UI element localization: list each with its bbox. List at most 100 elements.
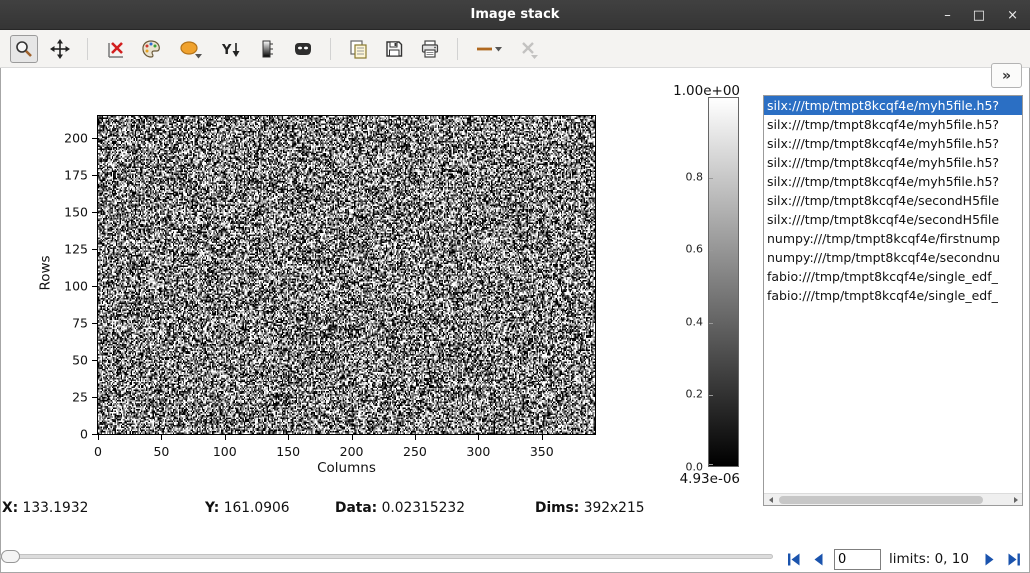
scrollbar-thumb[interactable] bbox=[779, 496, 983, 504]
y-tick-label: 150 bbox=[48, 205, 88, 220]
scrollbar-track[interactable] bbox=[777, 494, 1009, 506]
url-list-item[interactable]: silx:///tmp/tmpt8kcqf4e/secondH5file bbox=[764, 191, 1022, 210]
colorbar-tick-mark bbox=[709, 178, 713, 179]
y-tick-label: 75 bbox=[48, 316, 88, 331]
y-tick-mark bbox=[92, 138, 97, 139]
x-tick-label: 100 bbox=[213, 444, 237, 459]
magnifier-icon bbox=[14, 39, 34, 59]
colormap-button[interactable] bbox=[137, 35, 165, 63]
next-arrow-icon bbox=[981, 551, 998, 568]
mask-tool-button[interactable] bbox=[289, 35, 317, 63]
status-dimensions: Dims: 392x215 bbox=[535, 500, 645, 516]
first-frame-button[interactable] bbox=[781, 547, 806, 571]
close-button[interactable]: × bbox=[1007, 9, 1018, 22]
y-axis-down-icon: Y bbox=[220, 39, 242, 59]
y-axis-invert-button[interactable]: Y bbox=[217, 35, 245, 63]
url-list-item[interactable]: numpy:///tmp/tmpt8kcqf4e/firstnump bbox=[764, 229, 1022, 248]
frame-limits-label: limits: 0, 10 bbox=[889, 551, 969, 567]
scroll-left-arrow-icon[interactable] bbox=[764, 494, 777, 506]
url-list-item[interactable]: silx:///tmp/tmpt8kcqf4e/myh5file.h5? bbox=[764, 172, 1022, 191]
plot-axes: 0501001502002503003500255075100125150175… bbox=[98, 116, 595, 434]
colorbar-tick-mark bbox=[709, 250, 713, 251]
profile-line-button[interactable] bbox=[471, 35, 507, 63]
url-list-item[interactable]: silx:///tmp/tmpt8kcqf4e/myh5file.h5? bbox=[764, 134, 1022, 153]
colorbar-toggle-button[interactable] bbox=[253, 35, 281, 63]
pan-mode-button[interactable] bbox=[46, 35, 74, 63]
url-list-item[interactable]: fabio:///tmp/tmpt8kcqf4e/single_edf_ bbox=[764, 286, 1022, 305]
colorbar-tick-label: 0.6 bbox=[686, 243, 704, 256]
url-list-item[interactable]: silx:///tmp/tmpt8kcqf4e/secondH5file bbox=[764, 210, 1022, 229]
url-list-item[interactable]: silx:///tmp/tmpt8kcqf4e/myh5file.h5? bbox=[764, 153, 1022, 172]
colorbar-tick-mark bbox=[709, 464, 713, 465]
x-tick-label: 200 bbox=[340, 444, 364, 459]
colorbar-tick-label: 0.4 bbox=[686, 315, 704, 328]
url-list-item[interactable]: silx:///tmp/tmpt8kcqf4e/myh5file.h5? bbox=[764, 115, 1022, 134]
reset-zoom-button[interactable] bbox=[101, 35, 129, 63]
plot-area[interactable]: 0501001502002503003500255075100125150175… bbox=[97, 115, 596, 435]
skip-to-end-icon bbox=[1006, 551, 1023, 568]
status-data-value: Data: 0.02315232 bbox=[335, 500, 465, 516]
url-list-item[interactable]: fabio:///tmp/tmpt8kcqf4e/single_edf_ bbox=[764, 267, 1022, 286]
colorbar-tick-mark bbox=[709, 395, 713, 396]
frame-slider-handle[interactable] bbox=[1, 550, 20, 563]
aspect-ratio-button[interactable] bbox=[173, 35, 209, 63]
x-tick-label: 0 bbox=[94, 444, 102, 459]
y-tick-label: 175 bbox=[48, 168, 88, 183]
url-list-item[interactable]: numpy:///tmp/tmpt8kcqf4e/secondnu bbox=[764, 248, 1022, 267]
y-tick-mark bbox=[92, 434, 97, 435]
x-tick-mark bbox=[225, 435, 226, 440]
ellipse-icon bbox=[179, 39, 203, 59]
scroll-right-arrow-icon[interactable] bbox=[1009, 494, 1022, 506]
x-tick-label: 150 bbox=[276, 444, 300, 459]
status-y-position: Y: 161.0906 bbox=[205, 500, 290, 516]
y-tick-mark bbox=[92, 360, 97, 361]
y-tick-label: 125 bbox=[48, 242, 88, 257]
x-tick-mark bbox=[98, 435, 99, 440]
expand-panel-button[interactable]: » bbox=[991, 63, 1022, 88]
y-tick-mark bbox=[92, 212, 97, 213]
copy-icon bbox=[348, 39, 368, 59]
y-axis-label: Rows bbox=[38, 255, 54, 290]
next-frame-button[interactable] bbox=[977, 547, 1002, 571]
clear-profile-icon bbox=[519, 39, 539, 59]
colorbar-ticks: 0.00.20.40.60.8 bbox=[655, 97, 703, 467]
url-list-item[interactable]: silx:///tmp/tmpt8kcqf4e/myh5file.h5? bbox=[764, 96, 1022, 115]
profile-clear-button[interactable] bbox=[515, 35, 543, 63]
x-tick-label: 50 bbox=[153, 444, 169, 459]
last-frame-button[interactable] bbox=[1002, 547, 1027, 571]
copy-button[interactable] bbox=[344, 35, 372, 63]
palette-icon bbox=[141, 39, 161, 59]
reset-zoom-icon bbox=[105, 39, 125, 59]
y-tick-mark bbox=[92, 175, 97, 176]
toolbar-separator bbox=[330, 38, 331, 60]
previous-arrow-icon bbox=[810, 551, 827, 568]
toolbar-separator bbox=[87, 38, 88, 60]
y-tick-label: 200 bbox=[48, 131, 88, 146]
x-axis-label: Columns bbox=[97, 460, 596, 476]
list-horizontal-scrollbar[interactable] bbox=[764, 493, 1022, 505]
colorbar-tick-mark bbox=[709, 323, 713, 324]
x-tick-label: 250 bbox=[403, 444, 427, 459]
x-tick-mark bbox=[542, 435, 543, 440]
x-tick-mark bbox=[352, 435, 353, 440]
maximize-button[interactable]: □ bbox=[973, 9, 985, 22]
url-list[interactable]: silx:///tmp/tmpt8kcqf4e/myh5file.h5?silx… bbox=[763, 95, 1023, 506]
frame-slider-track[interactable] bbox=[0, 554, 773, 559]
previous-frame-button[interactable] bbox=[806, 547, 831, 571]
y-tick-mark bbox=[92, 323, 97, 324]
print-button[interactable] bbox=[416, 35, 444, 63]
minimize-button[interactable]: – bbox=[944, 9, 951, 22]
zoom-mode-button[interactable] bbox=[10, 35, 38, 63]
window-title: Image stack bbox=[471, 7, 560, 22]
skip-to-start-icon bbox=[785, 551, 802, 568]
colorbar-gradient[interactable] bbox=[708, 97, 739, 467]
y-tick-label: 25 bbox=[48, 390, 88, 405]
y-tick-label: 50 bbox=[48, 353, 88, 368]
colorbar-tick-label: 0.8 bbox=[686, 170, 704, 183]
x-tick-mark bbox=[415, 435, 416, 440]
frame-navigation: limits: 0, 10 bbox=[781, 547, 1027, 571]
titlebar[interactable]: Image stack – □ × bbox=[0, 0, 1030, 30]
save-button[interactable] bbox=[380, 35, 408, 63]
frame-number-input[interactable] bbox=[834, 549, 881, 570]
colorbar-icon bbox=[257, 39, 277, 59]
